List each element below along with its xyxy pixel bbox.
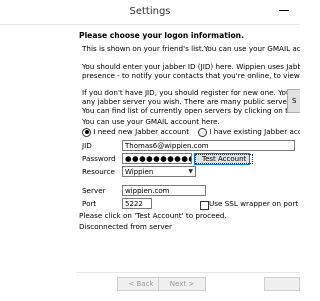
left-pane — [0, 25, 76, 300]
port-field[interactable]: 5222 — [122, 198, 152, 209]
register-info-line-3: You can find list of currently open serv… — [82, 106, 300, 115]
account-choice: I need new Jabber account I have existin… — [82, 126, 300, 138]
next-button[interactable]: Next > — [158, 277, 206, 291]
intro-text: This is shown on your friend's list.You … — [82, 44, 300, 53]
password-label: Password — [82, 154, 116, 163]
server-list-button[interactable]: S — [287, 89, 300, 113]
server-field[interactable]: wippien.com — [122, 185, 206, 196]
jid-info-line-1: You should enter your jabber ID (JID) he… — [82, 62, 300, 71]
ssl-checkbox[interactable] — [200, 201, 209, 210]
server-label: Server — [82, 186, 106, 195]
port-label: Port — [82, 199, 97, 208]
page-heading: Please choose your logon information. — [79, 31, 244, 40]
register-info-line-1: If you don't have JID, you should regist… — [82, 88, 300, 97]
resource-value: Wippien — [125, 168, 154, 176]
radio-selected-icon — [82, 127, 91, 137]
existing-account-label: I have existing Jabber account — [209, 127, 300, 136]
minimize-icon[interactable] — [276, 3, 292, 17]
jid-field[interactable]: Thomas6@wippien.com — [122, 140, 295, 151]
existing-account-radio[interactable]: I have existing Jabber account — [198, 127, 300, 137]
jid-label: JID — [82, 141, 92, 150]
jid-info-line-2: presence - to notify your contacts that … — [82, 71, 300, 80]
wizard-nav-bar: < Back Next > — [76, 272, 300, 301]
ssl-label: Use SSL wrapper on port 443 (for GTalk) — [209, 199, 300, 208]
new-account-label: I need new Jabber account — [93, 127, 190, 136]
gmail-note: You can use your GMAIL account here. — [82, 117, 220, 126]
new-account-radio[interactable]: I need new Jabber account — [82, 127, 189, 137]
resource-label: Resource — [82, 167, 115, 176]
partial-button[interactable] — [264, 277, 300, 291]
status-text: Disconnected from server — [79, 222, 172, 231]
register-info-line-2: any jabber server you wish. There are ma… — [82, 97, 300, 106]
hint-text: Please click on 'Test Account' to procee… — [79, 211, 227, 220]
window-title: Settings — [129, 6, 171, 17]
resource-select[interactable]: Wippien ▼ — [122, 166, 196, 177]
logon-panel: Please choose your logon information. Th… — [76, 25, 300, 280]
title-bar: Settings — [0, 0, 300, 25]
chevron-down-icon: ▼ — [188, 168, 193, 175]
radio-unselected-icon — [198, 127, 207, 137]
password-field[interactable]: ●●●●●●●●●● — [122, 153, 192, 164]
test-account-button[interactable]: Test Account — [194, 153, 254, 165]
